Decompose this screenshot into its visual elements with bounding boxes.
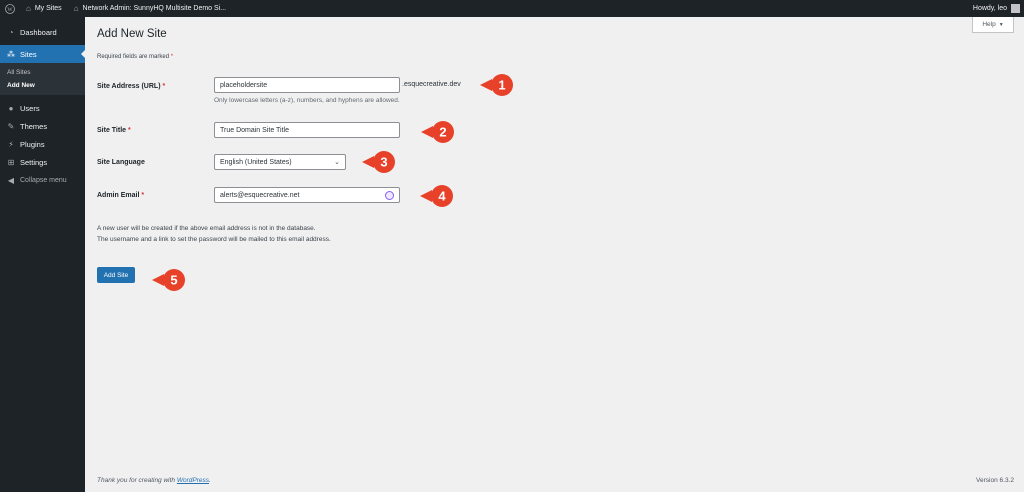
site-language-label: Site Language <box>97 159 145 166</box>
admin-bar: W ⌂ My Sites ⌂ Network Admin: SunnyHQ Mu… <box>0 0 1024 17</box>
callout-number: 3 <box>380 155 387 170</box>
collapse-menu-button[interactable]: ◀ Collapse menu <box>0 171 85 189</box>
network-admin-label: Network Admin: SunnyHQ Multisite Demo Si… <box>82 5 227 12</box>
users-icon: ● <box>8 103 14 113</box>
settings-icon: ⊞ <box>7 157 15 167</box>
callout-1-icon: 1 <box>480 74 513 96</box>
admin-email-input[interactable]: alerts@esquecreative.net <box>214 187 400 203</box>
howdy-label: Howdy, leo <box>972 5 1007 12</box>
page-title: Add New Site <box>97 28 167 40</box>
sidebar-item-label: Users <box>20 103 40 113</box>
account-menu[interactable]: Howdy, leo <box>967 0 1024 17</box>
dashboard-icon: ◔ <box>8 27 14 37</box>
add-site-button[interactable]: Add Site <box>97 267 135 283</box>
admin-email-label-text: Admin Email <box>97 192 140 199</box>
callout-number: 5 <box>170 273 177 288</box>
my-sites-icon: ⌂ <box>26 4 31 13</box>
required-note-text: Required fields are marked <box>97 54 170 60</box>
required-note: Required fields are marked * <box>97 54 173 60</box>
site-title-input[interactable]: True Domain Site Title <box>214 122 400 138</box>
callout-number: 4 <box>438 189 446 204</box>
sidebar-item-settings[interactable]: ⊞ Settings <box>0 153 85 171</box>
callout-number: 1 <box>498 78 505 93</box>
required-star: * <box>170 54 174 60</box>
my-sites-menu[interactable]: ⌂ My Sites <box>20 0 68 17</box>
avatar <box>1011 4 1020 13</box>
admin-email-value: alerts@esquecreative.net <box>220 191 300 199</box>
site-title-value: True Domain Site Title <box>220 126 289 134</box>
site-title-label-text: Site Title <box>97 127 127 134</box>
themes-icon: ✎ <box>7 121 15 131</box>
footer-thanks-text: Thank you for creating with <box>97 477 176 484</box>
callout-3-icon: 3 <box>362 151 395 173</box>
callout-4-icon: 4 <box>420 185 453 207</box>
site-address-value: placeholdersite <box>220 81 268 89</box>
chevron-down-icon: ⌄ <box>334 159 340 166</box>
network-admin-menu[interactable]: ⌂ Network Admin: SunnyHQ Multisite Demo … <box>68 0 232 17</box>
home-icon: ⌂ <box>73 4 79 13</box>
sidebar-item-plugins[interactable]: ⚡ Plugins <box>0 135 85 153</box>
required-star: * <box>128 127 131 134</box>
site-address-label-text: Site Address (URL) <box>97 83 161 90</box>
sites-submenu: All Sites Add New <box>0 63 85 95</box>
sidebar-item-label: Collapse menu <box>20 176 67 184</box>
my-sites-label: My Sites <box>34 5 62 12</box>
sidebar-item-dashboard[interactable]: ◔ Dashboard <box>0 23 85 41</box>
site-title-label: Site Title * <box>97 127 131 134</box>
admin-sidebar: ◔ Dashboard ⁂ Sites All Sites Add New ● … <box>0 17 85 492</box>
sidebar-item-label: Themes <box>20 121 48 131</box>
wordpress-link[interactable]: WordPress <box>177 477 209 484</box>
domain-suffix: .esquecreative.dev <box>402 81 461 88</box>
admin-email-label: Admin Email * <box>97 192 144 199</box>
help-label: Help <box>982 21 996 28</box>
callout-2-icon: 2 <box>421 121 454 143</box>
collapse-icon: ◀ <box>7 175 15 185</box>
chevron-down-icon: ▼ <box>998 21 1004 28</box>
site-language-select[interactable]: English (United States) ⌄ <box>214 154 346 170</box>
sidebar-item-users[interactable]: ● Users <box>0 99 85 117</box>
submenu-add-new[interactable]: Add New <box>0 79 85 92</box>
submenu-all-sites[interactable]: All Sites <box>0 66 85 79</box>
password-manager-icon[interactable] <box>385 190 394 200</box>
site-address-input[interactable]: placeholdersite <box>214 77 400 93</box>
required-star: * <box>141 192 145 199</box>
footer-thanks-suffix: . <box>209 477 211 484</box>
callout-number: 2 <box>439 125 446 140</box>
info-line-1: A new user will be created if the above … <box>97 225 316 232</box>
svg-text:W: W <box>7 7 13 13</box>
site-address-label: Site Address (URL) * <box>97 83 165 90</box>
footer-thanks: Thank you for creating with WordPress. <box>97 477 211 484</box>
sidebar-item-label: Settings <box>20 157 48 167</box>
callout-5-icon: 5 <box>152 269 185 291</box>
wordpress-logo-icon[interactable]: W <box>0 0 20 17</box>
sidebar-item-themes[interactable]: ✎ Themes <box>0 117 85 135</box>
sidebar-item-sites[interactable]: ⁂ Sites <box>0 45 85 63</box>
help-tab-button[interactable]: Help ▼ <box>972 17 1014 33</box>
sites-icon: ⁂ <box>7 49 15 59</box>
sidebar-item-label: Plugins <box>20 139 45 149</box>
site-address-hint: Only lowercase letters (a-z), numbers, a… <box>214 97 400 104</box>
info-line-2: The username and a link to set the passw… <box>97 236 331 243</box>
required-star: * <box>162 83 166 90</box>
plugins-icon: ⚡ <box>8 139 14 149</box>
site-language-value: English (United States) <box>220 158 292 166</box>
footer-version: Version 6.3.2 <box>976 477 1014 484</box>
sidebar-item-label: Dashboard <box>20 27 57 37</box>
sidebar-item-label: Sites <box>20 49 37 59</box>
